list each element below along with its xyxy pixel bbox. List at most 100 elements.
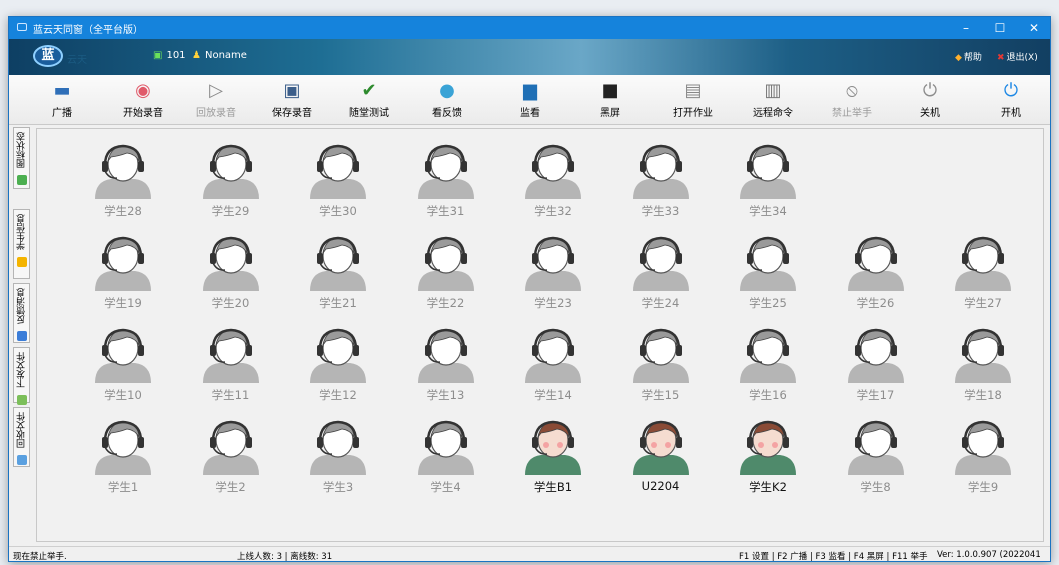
student-card[interactable]: 学生30 xyxy=(298,141,378,237)
status-bar: 现在禁止举手. 上线人数: 3 | 离线数: 31 F1 设置 | F2 广播 … xyxy=(9,546,1050,561)
toolbar-button-remote-command[interactable]: ▥ 远程命令 xyxy=(738,78,808,122)
headset-avatar-icon xyxy=(298,233,378,291)
exit-icon: ✖ xyxy=(997,53,1005,63)
document-icon: ▤ xyxy=(684,80,702,101)
exit-button[interactable]: ✖ 退出(X) xyxy=(997,50,1038,63)
student-card[interactable]: 学生16 xyxy=(728,325,808,421)
headset-avatar-icon xyxy=(298,141,378,199)
headset-avatar-icon xyxy=(83,417,163,475)
student-card[interactable]: 学生4 xyxy=(406,417,486,513)
headset-avatar-icon xyxy=(191,141,271,199)
room-number: 101 xyxy=(166,50,186,61)
student-name: 学生29 xyxy=(211,204,250,218)
student-name: 学生B1 xyxy=(533,480,573,494)
student-name: 学生24 xyxy=(641,296,680,310)
monitor-icon: ▆ xyxy=(523,80,537,101)
side-tab-2[interactable]: 学生信息 xyxy=(13,209,30,279)
student-card[interactable]: 学生21 xyxy=(298,233,378,329)
toolbar-button-monitor[interactable]: ▆ 监看 xyxy=(495,78,565,122)
student-name: 学生10 xyxy=(104,388,142,402)
headset-avatar-icon xyxy=(836,325,916,383)
toolbar-button-label: 黑屏 xyxy=(600,108,620,119)
student-card[interactable]: 学生2 xyxy=(191,417,271,513)
student-card[interactable]: 学生19 xyxy=(83,233,163,329)
student-card[interactable]: 学生12 xyxy=(298,325,378,421)
student-card[interactable]: 学生20 xyxy=(191,233,271,329)
headset-avatar-icon xyxy=(191,325,271,383)
student-name: 学生11 xyxy=(211,388,250,402)
headset-avatar-icon xyxy=(406,325,486,383)
play-icon: ▷ xyxy=(209,80,223,101)
student-card[interactable]: 学生B1 xyxy=(513,417,593,513)
toolbar-button-save[interactable]: ▣ 保存录音 xyxy=(257,78,327,122)
side-tab-label: 学生信息 xyxy=(17,214,27,250)
student-card[interactable]: 学生24 xyxy=(621,233,701,329)
toolbar-button-check[interactable]: ✔ 随堂测试 xyxy=(334,78,404,122)
student-card[interactable]: 学生22 xyxy=(406,233,486,329)
lock-screen-icon: ■ xyxy=(601,80,619,101)
student-card[interactable]: 学生33 xyxy=(621,141,701,237)
toolbar-button-power-off[interactable]: ⏻ 关机 xyxy=(895,78,965,122)
student-card[interactable]: 学生11 xyxy=(191,325,271,421)
student-name: 学生21 xyxy=(319,296,357,310)
headset-avatar-icon xyxy=(621,141,701,199)
student-card[interactable]: 学生31 xyxy=(406,141,486,237)
student-name: 学生30 xyxy=(319,204,357,218)
help-button[interactable]: ◆ 帮助 xyxy=(955,50,982,63)
side-tab-icon xyxy=(16,257,27,267)
feedback-icon: ● xyxy=(439,80,455,101)
close-button[interactable]: ✕ xyxy=(1017,17,1050,39)
minimize-button[interactable]: – xyxy=(949,17,983,39)
headset-avatar-icon xyxy=(83,325,163,383)
student-name: 学生34 xyxy=(749,204,787,218)
student-card[interactable]: 学生13 xyxy=(406,325,486,421)
toolbar-button-broadcast[interactable]: ▬ 广播 xyxy=(27,78,97,122)
side-tab-1[interactable]: 图标状态 xyxy=(13,127,30,189)
toolbar-button-record[interactable]: ◉ 开始录音 xyxy=(108,78,178,122)
student-card[interactable]: 学生25 xyxy=(728,233,808,329)
headset-avatar-icon xyxy=(191,233,271,291)
toolbar-button-lock-screen[interactable]: ■ 黑屏 xyxy=(575,78,645,122)
student-card[interactable]: 学生27 xyxy=(943,233,1023,329)
student-card[interactable]: 学生1 xyxy=(83,417,163,513)
toolbar-button-label: 关机 xyxy=(920,108,940,119)
student-card[interactable]: 学生10 xyxy=(83,325,163,421)
headset-avatar-icon xyxy=(298,325,378,383)
toolbar-button-power-on[interactable]: ⏻ 开机 xyxy=(976,78,1046,122)
student-card[interactable]: U2204 xyxy=(621,417,701,513)
student-card[interactable]: 学生29 xyxy=(191,141,271,237)
check-icon: ✔ xyxy=(361,80,377,101)
window-title: 蓝云天同窗（全平台版） xyxy=(33,25,143,36)
student-name: 学生K2 xyxy=(749,480,787,494)
toolbar-button-label: 远程命令 xyxy=(753,108,793,119)
student-card[interactable]: 学生14 xyxy=(513,325,593,421)
student-card[interactable]: 学生28 xyxy=(83,141,163,237)
maximize-button[interactable]: ☐ xyxy=(983,17,1017,39)
student-card[interactable]: 学生9 xyxy=(943,417,1023,513)
title-bar[interactable]: 蓝云天同窗（全平台版） – ☐ ✕ xyxy=(9,17,1050,39)
student-card[interactable]: 学生23 xyxy=(513,233,593,329)
headset-avatar-icon xyxy=(83,233,163,291)
student-card[interactable]: 学生K2 xyxy=(728,417,808,513)
student-card[interactable]: 学生32 xyxy=(513,141,593,237)
student-name: 学生8 xyxy=(860,480,891,494)
student-card[interactable]: 学生26 xyxy=(836,233,916,329)
headset-avatar-icon xyxy=(513,233,593,291)
main-window: 蓝云天同窗（全平台版） – ☐ ✕ 蓝 云天 ▣ 101 ♟ Noname ◆ 帮助 … xyxy=(8,16,1051,562)
student-name: 学生19 xyxy=(104,296,142,310)
side-tab-4[interactable]: 下发文件 xyxy=(13,347,30,405)
student-name: 学生28 xyxy=(104,204,142,218)
student-card[interactable]: 学生18 xyxy=(943,325,1023,421)
toolbar-button-feedback[interactable]: ● 看反馈 xyxy=(412,78,482,122)
student-card[interactable]: 学生3 xyxy=(298,417,378,513)
student-name: 学生13 xyxy=(426,388,465,402)
student-card[interactable]: 学生8 xyxy=(836,417,916,513)
side-tab-5[interactable]: 回收文件 xyxy=(13,407,30,467)
student-card[interactable]: 学生15 xyxy=(621,325,701,421)
side-tab-3[interactable]: 反馈消息 xyxy=(13,283,30,343)
student-card[interactable]: 学生34 xyxy=(728,141,808,237)
student-card[interactable]: 学生17 xyxy=(836,325,916,421)
headset-avatar-icon xyxy=(836,417,916,475)
side-tab-label: 回收文件 xyxy=(17,412,27,448)
toolbar-button-document[interactable]: ▤ 打开作业 xyxy=(658,78,728,122)
